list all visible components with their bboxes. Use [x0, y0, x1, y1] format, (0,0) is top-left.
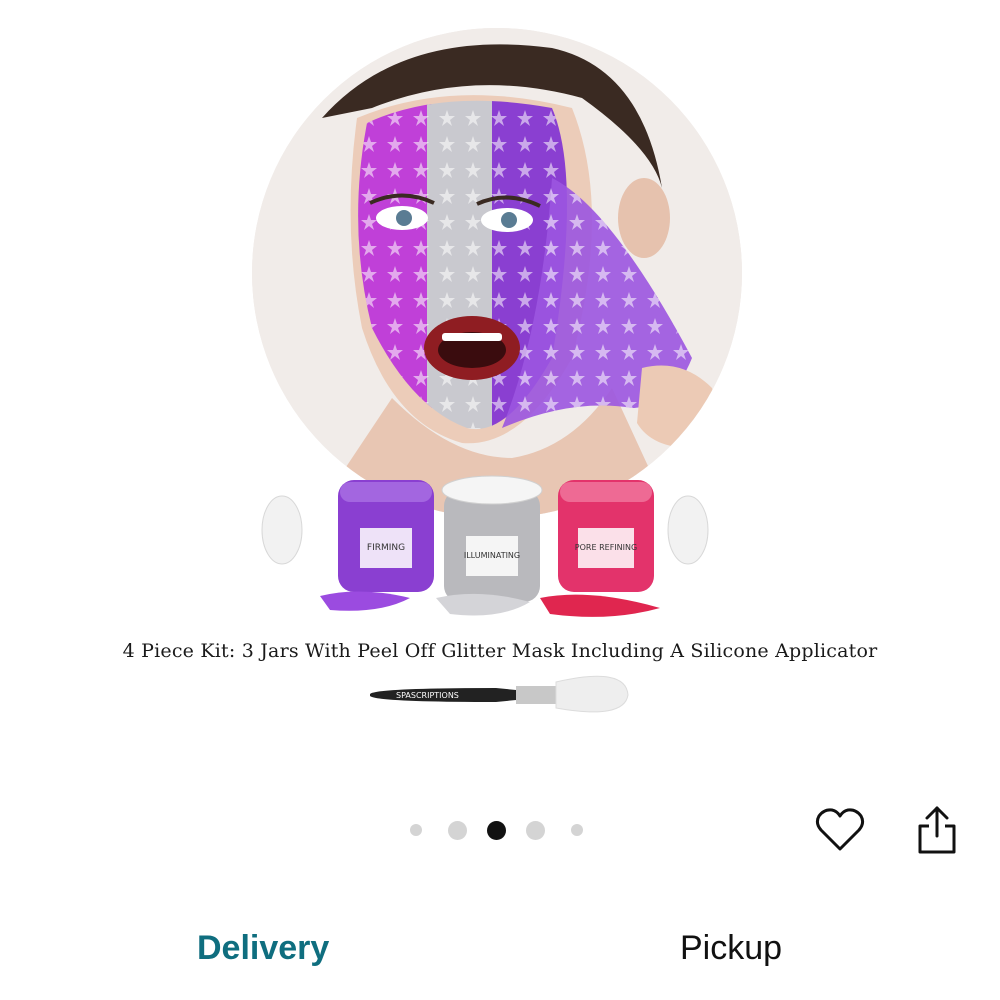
svg-text:FIRMING: FIRMING	[367, 543, 405, 553]
share-icon	[918, 806, 956, 854]
pagination-dot[interactable]	[526, 820, 545, 840]
silicone-applicator-image: SPASCRIPTIONS	[366, 670, 632, 720]
share-button[interactable]	[907, 800, 967, 860]
tab-delivery[interactable]: Delivery	[197, 929, 329, 968]
brush-brand-mark: SPASCRIPTIONS	[396, 691, 459, 700]
pagination-dot[interactable]	[410, 824, 422, 836]
image-pagination-dots[interactable]	[410, 817, 583, 843]
model-portrait-image	[252, 28, 742, 518]
svg-text:PORE REFINING: PORE REFINING	[575, 543, 637, 552]
svg-text:ILLUMINATING: ILLUMINATING	[464, 551, 520, 560]
pagination-dot[interactable]	[448, 820, 467, 840]
pagination-dot-active[interactable]	[487, 820, 506, 840]
heart-outline-icon	[815, 808, 865, 851]
product-image-caption: 4 Piece Kit: 3 Jars With Peel Off Glitte…	[122, 640, 878, 662]
product-image-gallery[interactable]: FIRMING ILLUMINATING PORE REFINING 4 Pie…	[0, 0, 1000, 790]
tab-pickup[interactable]: Pickup	[680, 929, 782, 968]
fulfillment-tabs: Delivery Pickup	[0, 915, 1000, 1000]
add-to-wishlist-button[interactable]	[810, 800, 870, 860]
product-jars-image: FIRMING ILLUMINATING PORE REFINING	[260, 468, 730, 638]
pagination-dot[interactable]	[571, 824, 583, 836]
